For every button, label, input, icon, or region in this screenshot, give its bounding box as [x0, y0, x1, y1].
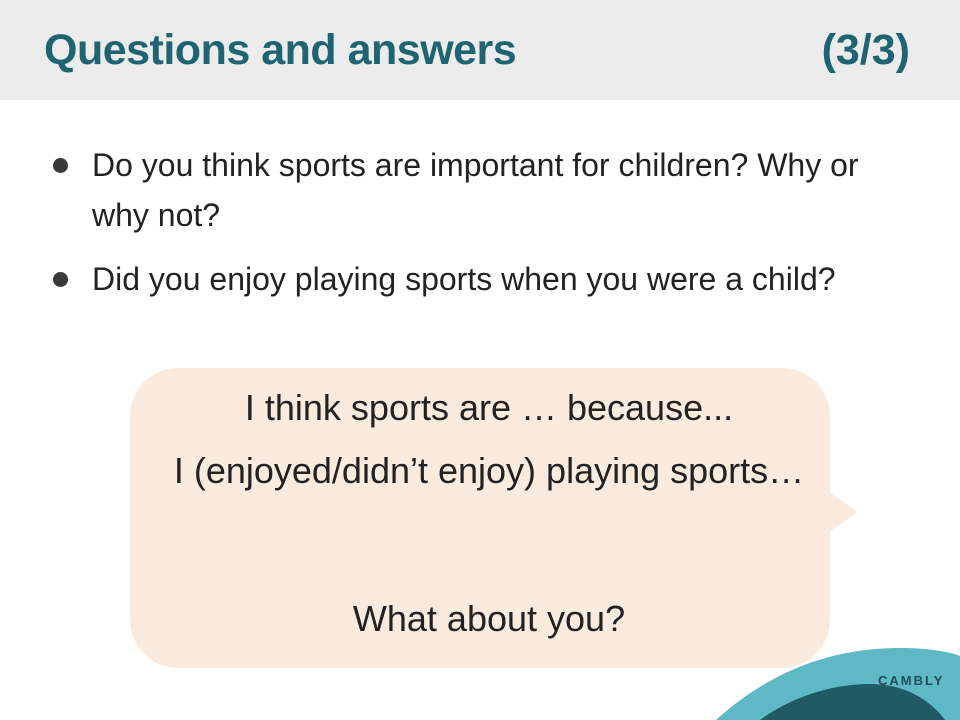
cambly-logo: CAMBLY [878, 673, 945, 688]
decorative-waves [716, 648, 960, 720]
